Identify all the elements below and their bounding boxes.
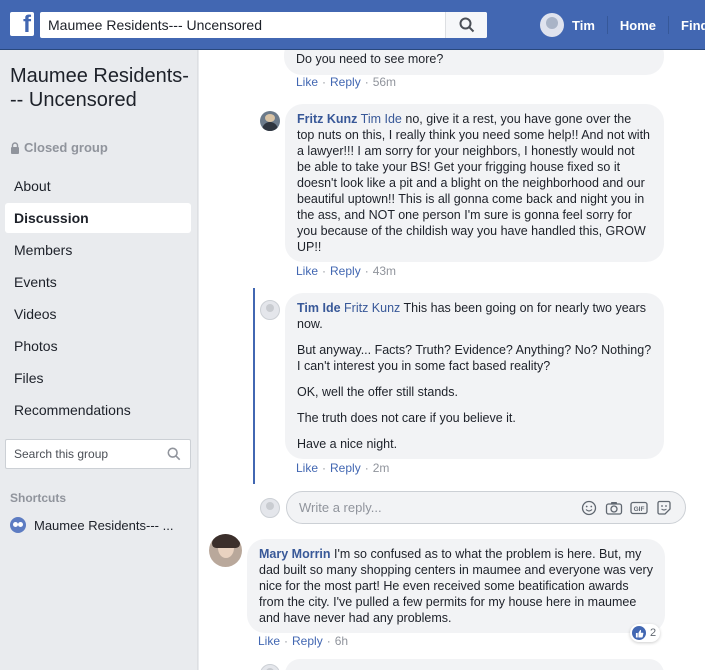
- search-input[interactable]: Maumee Residents--- Uncensored: [40, 17, 445, 33]
- group-icon: [10, 517, 26, 533]
- group-privacy-label: Closed group: [24, 140, 108, 155]
- comment-timestamp[interactable]: 56m: [373, 75, 396, 89]
- sidebar-item-events[interactable]: Events: [5, 267, 191, 297]
- group-title[interactable]: Maumee Residents--- Uncensored: [10, 64, 190, 112]
- avatar: [260, 498, 280, 518]
- group-nav: About Discussion Members Events Videos P…: [5, 171, 191, 427]
- sidebar-item-about[interactable]: About: [5, 171, 191, 201]
- divider: [668, 16, 670, 34]
- sidebar-item-members[interactable]: Members: [5, 235, 191, 265]
- reply-link[interactable]: Reply: [330, 75, 361, 89]
- group-privacy: Closed group: [10, 140, 108, 155]
- comment-mention[interactable]: Fritz Kunz: [344, 301, 400, 315]
- shortcuts-heading: Shortcuts: [10, 491, 67, 505]
- find-friends-link[interactable]: Find: [681, 18, 705, 33]
- comment-mention[interactable]: Tim Ide: [361, 112, 402, 126]
- emoji-icon[interactable]: [580, 499, 598, 517]
- comment-paragraph: OK, well the offer still stands.: [297, 385, 458, 399]
- sidebar-item-photos[interactable]: Photos: [5, 331, 191, 361]
- reply-link[interactable]: Reply: [330, 264, 361, 278]
- divider: [606, 16, 608, 34]
- gif-icon[interactable]: GIF: [630, 499, 648, 517]
- comment-actions: Like · Reply · 56m: [296, 75, 397, 89]
- like-link[interactable]: Like: [296, 461, 318, 475]
- comment-bubble: Mary Morrin I'm so confused as to what t…: [247, 539, 665, 633]
- avatar[interactable]: [540, 13, 564, 37]
- comment-actions: Like · Reply · 43m: [296, 264, 397, 278]
- comment-paragraph: But anyway... Facts? Truth? Evidence? An…: [297, 343, 652, 373]
- search-icon: [459, 17, 474, 33]
- sticker-icon[interactable]: [655, 499, 673, 517]
- comment-timestamp[interactable]: 6h: [335, 634, 348, 648]
- sidebar-item-videos[interactable]: Videos: [5, 299, 191, 329]
- global-search-field[interactable]: Maumee Residents--- Uncensored: [40, 12, 487, 38]
- comment-author[interactable]: Fritz Kunz: [297, 112, 357, 126]
- comment-paragraph: The truth does not care if you believe i…: [297, 411, 516, 425]
- comment-text: Do you need to see more?: [296, 52, 444, 66]
- comment-author[interactable]: Tim Ide: [297, 301, 341, 315]
- facebook-logo-icon[interactable]: f: [10, 12, 34, 36]
- reaction-count-label: 2: [650, 627, 657, 639]
- avatar[interactable]: [260, 300, 280, 320]
- camera-icon[interactable]: [605, 499, 623, 517]
- avatar: [260, 664, 280, 670]
- sidebar-item-discussion[interactable]: Discussion: [5, 203, 191, 233]
- like-reaction-icon: [632, 626, 646, 640]
- reaction-count[interactable]: 2: [630, 624, 661, 642]
- shortcut-item[interactable]: Maumee Residents--- ...: [10, 517, 173, 533]
- comment-bubble: [285, 659, 664, 670]
- thread-indicator: [253, 288, 255, 484]
- sidebar-item-recommendations[interactable]: Recommendations: [5, 395, 191, 425]
- search-button[interactable]: [445, 12, 487, 38]
- shortcut-label[interactable]: Maumee Residents--- ...: [34, 518, 173, 533]
- group-search-field[interactable]: Search this group: [5, 439, 191, 469]
- comment-bubble: Do you need to see more?: [284, 50, 664, 75]
- avatar[interactable]: [209, 534, 242, 567]
- reply-composer[interactable]: Write a reply... GIF: [286, 491, 686, 524]
- discussion-feed: Do you need to see more? Like · Reply · 56m …: [199, 50, 705, 670]
- sidebar-item-files[interactable]: Files: [5, 363, 191, 393]
- comment-author[interactable]: Mary Morrin: [259, 547, 331, 561]
- top-navigation-bar: f Maumee Residents--- Uncensored Tim Hom…: [0, 0, 705, 50]
- home-link[interactable]: Home: [620, 18, 656, 33]
- top-right-nav: Tim Home Find: [540, 12, 705, 38]
- comment-paragraph: Have a nice night.: [297, 437, 398, 451]
- comment-actions: Like · Reply · 2m: [296, 461, 390, 475]
- profile-link[interactable]: Tim: [572, 18, 595, 33]
- comment-paragraph: Tim Ide Fritz Kunz This has been going o…: [297, 300, 652, 332]
- avatar[interactable]: [260, 111, 280, 131]
- like-link[interactable]: Like: [296, 75, 318, 89]
- comment-timestamp[interactable]: 43m: [373, 264, 396, 278]
- group-search-input[interactable]: Search this group: [14, 447, 167, 461]
- group-sidebar: Maumee Residents--- Uncensored Closed gr…: [0, 50, 198, 670]
- comment-bubble: Tim Ide Fritz Kunz This has been going o…: [285, 293, 664, 459]
- comment-text: no, give it a rest, you have gone over t…: [297, 112, 650, 254]
- svg-text:GIF: GIF: [634, 506, 645, 513]
- lock-icon: [11, 141, 19, 154]
- search-icon[interactable]: [167, 447, 181, 461]
- like-link[interactable]: Like: [296, 264, 318, 278]
- comment-timestamp[interactable]: 2m: [373, 461, 390, 475]
- composer-tools: GIF: [580, 499, 685, 517]
- reply-input[interactable]: Write a reply...: [299, 500, 580, 515]
- reply-link[interactable]: Reply: [292, 634, 323, 648]
- like-link[interactable]: Like: [258, 634, 280, 648]
- comment-actions: Like · Reply · 6h: [258, 634, 349, 648]
- reply-link[interactable]: Reply: [330, 461, 361, 475]
- comment-bubble: Fritz Kunz Tim Ide no, give it a rest, y…: [285, 104, 664, 262]
